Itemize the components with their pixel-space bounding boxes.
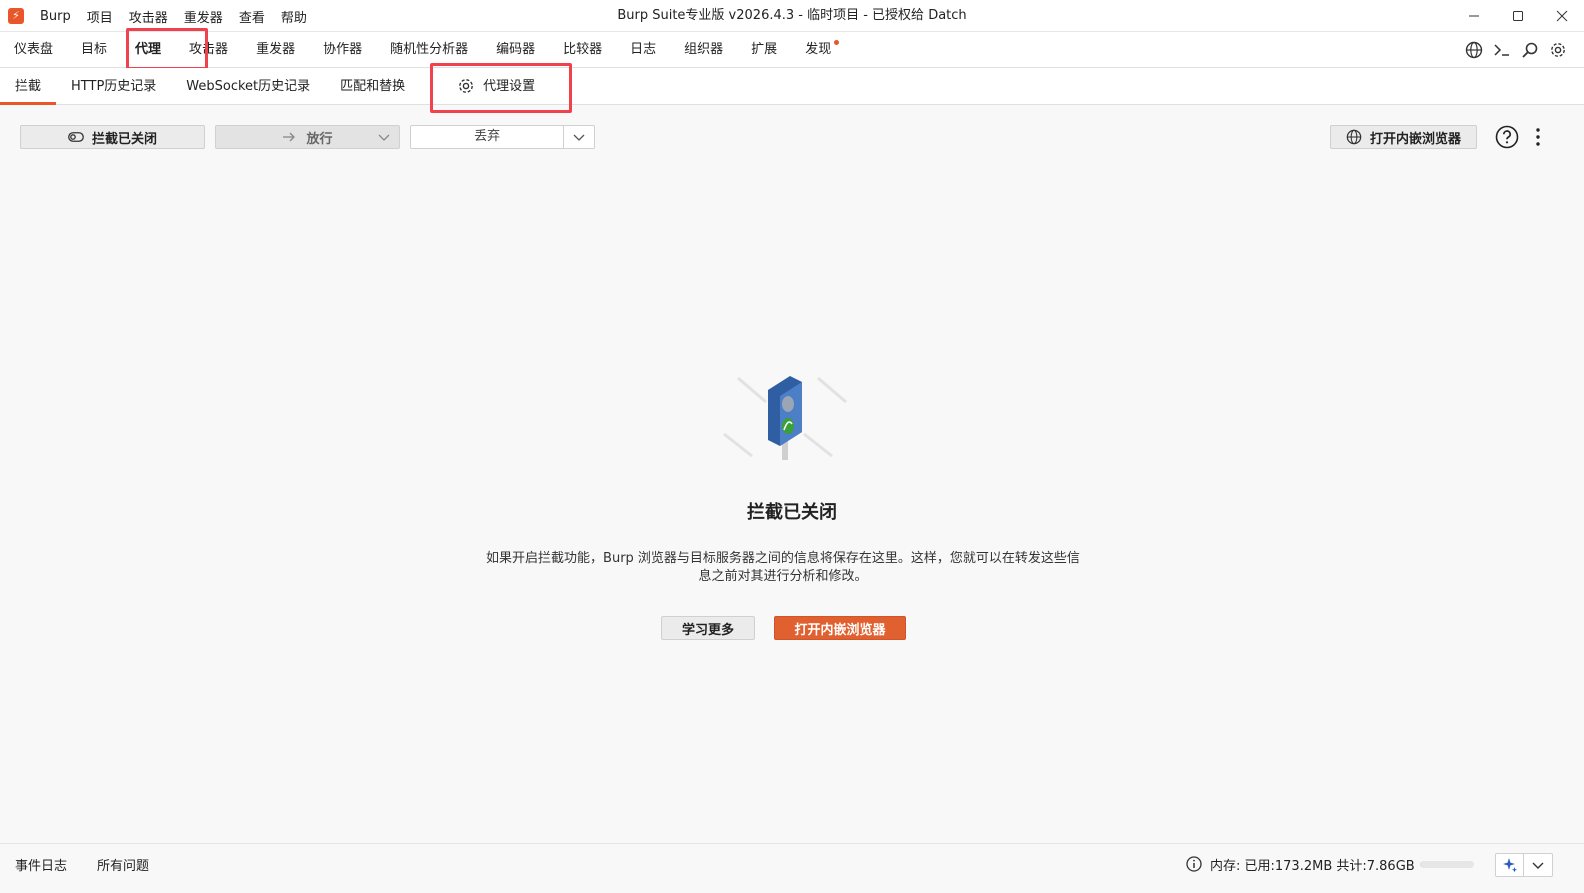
open-browser-toolbar-label: 打开内嵌浏览器 (1369, 131, 1461, 147)
terminal-icon (1494, 44, 1509, 56)
memory-usage-text: 内存: 已用:173.2MB 共计:7.86GB (1210, 858, 1415, 874)
burp-logo-icon: ⚡ (8, 8, 24, 24)
traffic-light-icon (723, 376, 847, 460)
proxy-settings-button[interactable]: 代理设置 (442, 68, 550, 105)
notification-dot-icon (834, 40, 840, 45)
menu-view[interactable]: 查看 (239, 7, 265, 26)
drop-button[interactable]: 丢弃 (410, 125, 595, 149)
tab-sequencer[interactable]: 随机性分析器 (376, 32, 482, 68)
menu-repeater[interactable]: 重发器 (184, 7, 223, 26)
maximize-icon (1513, 11, 1523, 21)
menu-help[interactable]: 帮助 (281, 7, 307, 26)
learn-more-button[interactable]: 学习更多 (661, 616, 755, 640)
tab-intruder[interactable]: 攻击器 (175, 32, 242, 68)
open-browser-button[interactable]: 打开内嵌浏览器 (774, 616, 906, 640)
memory-usage-fill (1420, 861, 1422, 868)
sparkle-icon (1502, 858, 1517, 873)
settings-button[interactable] (1544, 36, 1572, 64)
menu-intruder[interactable]: 攻击器 (129, 7, 168, 26)
arrow-right-icon (283, 132, 296, 142)
minimize-button[interactable] (1452, 0, 1496, 32)
all-issues-tab[interactable]: 所有问题 (82, 855, 164, 874)
chevron-down-icon (378, 134, 390, 141)
minimize-icon (1469, 15, 1479, 17)
globe-icon (1346, 129, 1362, 145)
globe-icon (1465, 41, 1483, 59)
tab-websocket-history[interactable]: WebSocket历史记录 (171, 68, 325, 105)
menu-project[interactable]: 项目 (87, 7, 113, 26)
empty-state-title: 拦截已关闭 (747, 502, 837, 523)
maximize-button[interactable] (1496, 0, 1540, 32)
tab-http-history[interactable]: HTTP历史记录 (56, 68, 171, 105)
forward-label: 放行 (306, 131, 333, 147)
title-bar: ⚡ Burp 项目 攻击器 重发器 查看 帮助 Burp Suite专业版 v2… (0, 0, 1584, 32)
toggle-icon (68, 132, 84, 142)
search-icon (1522, 42, 1538, 58)
tab-decoder[interactable]: 编码器 (482, 32, 549, 68)
help-icon[interactable] (1495, 125, 1519, 149)
tab-proxy[interactable]: 代理 (121, 32, 175, 68)
more-options-icon[interactable] (1530, 126, 1546, 148)
tab-repeater[interactable]: 重发器 (242, 32, 309, 68)
chevron-down-icon (573, 134, 585, 141)
intercept-toggle-label: 拦截已关闭 (91, 131, 157, 147)
tab-target[interactable]: 目标 (67, 32, 121, 68)
close-window-button[interactable] (1540, 0, 1584, 32)
memory-usage-bar (1420, 861, 1474, 868)
status-bar: 事件日志 所有问题 内存: 已用:173.2MB 共计:7.86GB (0, 843, 1584, 883)
close-icon (1556, 10, 1568, 22)
tab-organizer[interactable]: 组织器 (670, 32, 737, 68)
intercept-toggle-button[interactable]: 拦截已关闭 (20, 125, 205, 149)
tab-collaborator[interactable]: 协作器 (309, 32, 376, 68)
gear-icon (1551, 43, 1565, 57)
tab-comparer[interactable]: 比较器 (549, 32, 616, 68)
event-log-tab[interactable]: 事件日志 (0, 855, 82, 874)
ai-assistant-button[interactable] (1496, 854, 1524, 876)
globe-button[interactable] (1460, 36, 1488, 64)
terminal-button[interactable] (1488, 36, 1516, 64)
search-button[interactable] (1516, 36, 1544, 64)
empty-state-description: 如果开启拦截功能，Burp 浏览器与目标服务器之间的信息将保存在这里。这样，您就… (486, 551, 1080, 584)
menu-burp[interactable]: Burp (40, 9, 71, 24)
ai-options-button[interactable] (1524, 854, 1552, 876)
forward-button[interactable]: 放行 (215, 125, 400, 149)
chevron-down-icon (1532, 862, 1544, 869)
open-browser-toolbar-button[interactable]: 打开内嵌浏览器 (1330, 125, 1477, 149)
tab-logger[interactable]: 日志 (616, 32, 670, 68)
menu-bar: Burp 项目 攻击器 重发器 查看 帮助 (40, 0, 323, 32)
gear-icon (459, 79, 474, 93)
drop-label: 丢弃 (411, 126, 565, 148)
tab-match-replace[interactable]: 匹配和替换 (325, 68, 420, 105)
tool-tab-bar: 仪表盘 目标 代理 攻击器 重发器 协作器 随机性分析器 编码器 比较器 日志 … (0, 32, 1584, 68)
window-controls (1452, 0, 1584, 32)
tab-discovery-label: 发现 (805, 42, 832, 57)
tab-dashboard[interactable]: 仪表盘 (0, 32, 67, 68)
proxy-settings-label: 代理设置 (483, 78, 536, 94)
drop-options-button[interactable] (564, 130, 594, 144)
tab-intercept[interactable]: 拦截 (0, 68, 57, 105)
proxy-sub-tab-bar: 拦截 HTTP历史记录 WebSocket历史记录 匹配和替换 代理设置 (0, 68, 1584, 105)
info-icon[interactable] (1186, 856, 1202, 872)
tab-extensions[interactable]: 扩展 (737, 32, 791, 68)
ai-assistant-control (1495, 853, 1553, 877)
tab-discovery[interactable]: 发现 (791, 32, 845, 68)
